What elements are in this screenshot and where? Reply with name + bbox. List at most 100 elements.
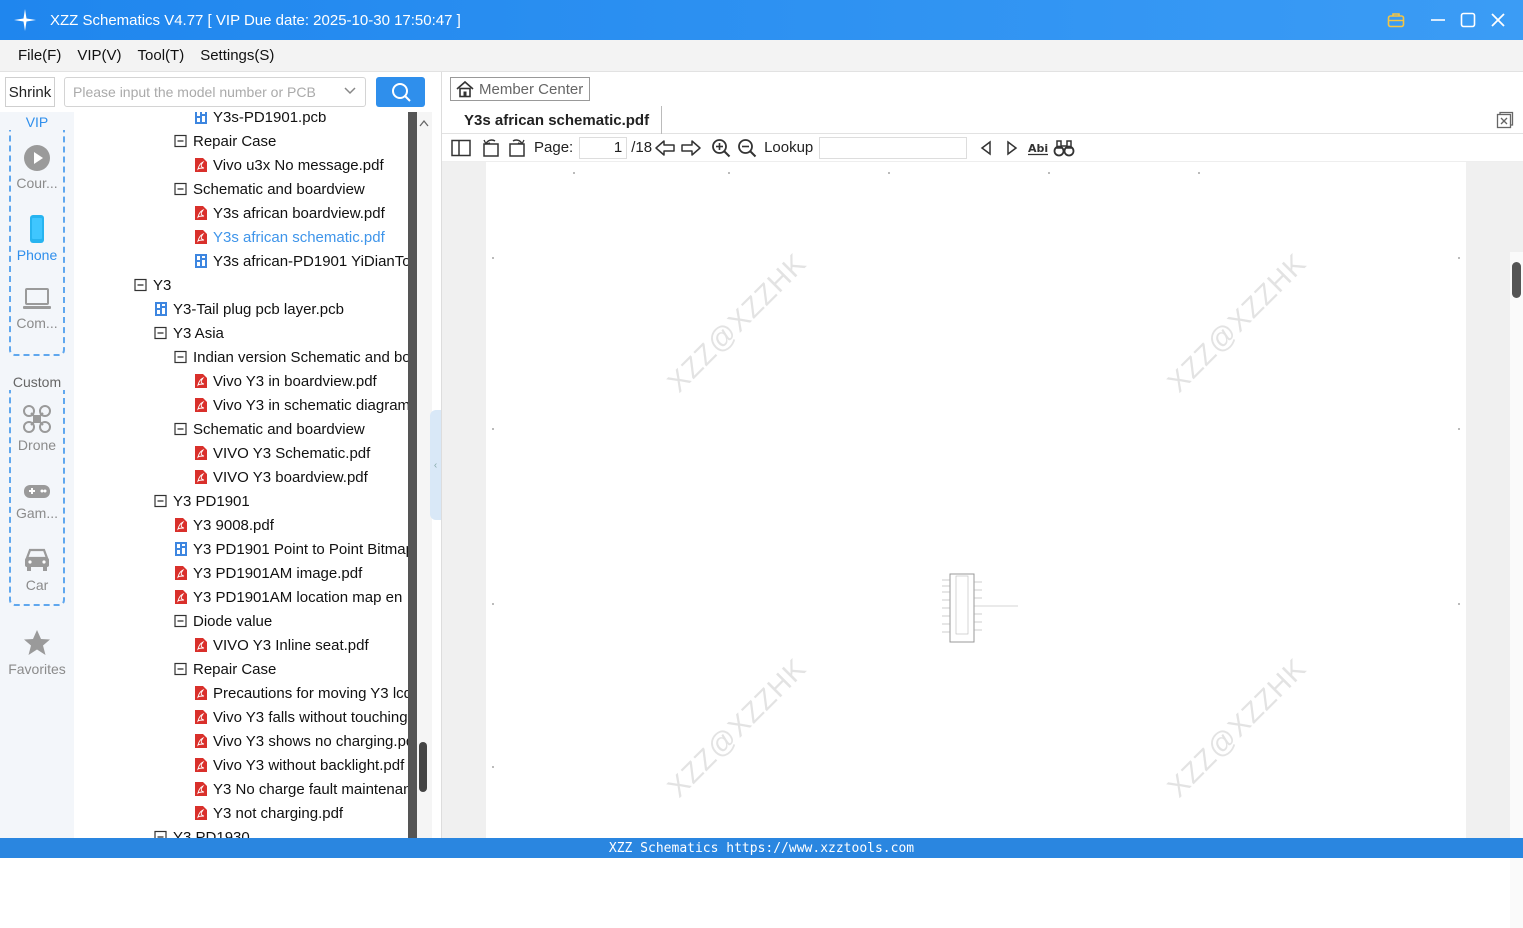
zoom-out-icon[interactable]	[734, 135, 760, 161]
lookup-input[interactable]	[819, 136, 968, 159]
maximize-button[interactable]	[1453, 0, 1483, 40]
tree-file[interactable]: Y3s african schematic.pdf	[194, 225, 385, 249]
tree-folder[interactable]: Schematic and boardview	[174, 177, 365, 201]
tree-folder[interactable]: Y3 PD1901	[154, 489, 250, 513]
search-icon	[391, 83, 411, 102]
close-button[interactable]	[1483, 0, 1513, 40]
collapse-icon[interactable]	[174, 613, 188, 629]
match-case-icon[interactable]: Abi	[1025, 135, 1051, 161]
collapse-icon[interactable]	[174, 133, 188, 149]
sidebar-item-drone[interactable]: Drone	[0, 404, 74, 453]
tree-file[interactable]: VIVO Y3 boardview.pdf	[194, 465, 368, 489]
tree-file[interactable]: Y3s african boardview.pdf	[194, 201, 385, 225]
tree-file[interactable]: Y3 9008.pdf	[174, 513, 274, 537]
tree-folder[interactable]: Indian version Schematic and boardview	[174, 345, 408, 369]
tree-item-label: VIVO Y3 Schematic.pdf	[213, 444, 371, 462]
sidebar-item-phone[interactable]: Phone	[0, 214, 74, 263]
tree-folder[interactable]: Y3	[134, 273, 171, 297]
tree-file[interactable]: VIVO Y3 Schematic.pdf	[194, 441, 370, 465]
collapse-icon[interactable]	[174, 421, 188, 437]
minimize-button[interactable]	[1423, 0, 1453, 40]
tree-scroll-thumb[interactable]	[419, 742, 427, 792]
collapse-icon[interactable]	[174, 661, 188, 677]
tree-file[interactable]: Vivo Y3 without backlight.pdf	[194, 753, 404, 777]
pane-collapse-handle[interactable]: ‹	[430, 410, 441, 520]
tree-file[interactable]: Vivo Y3 shows no charging.pdf	[194, 729, 408, 753]
briefcase-icon[interactable]	[1381, 0, 1411, 40]
tree-file[interactable]: Y3 not charging.pdf	[194, 801, 343, 825]
member-center-label: Member Center	[479, 80, 584, 98]
document-scrollbar[interactable]	[1510, 252, 1523, 928]
collapse-icon[interactable]	[154, 493, 168, 509]
tree-file[interactable]: Precautions for moving Y3 lcd	[194, 681, 408, 705]
document-scroll-thumb[interactable]	[1512, 262, 1521, 298]
lookup-label: Lookup	[764, 139, 814, 156]
chevron-down-icon[interactable]	[343, 84, 357, 101]
shrink-button[interactable]: Shrink	[5, 77, 55, 107]
tree-file[interactable]: Y3 PD1901 Point to Point Bitmap	[174, 537, 408, 561]
tree-item-label: Y3-Tail plug pcb layer.pcb	[173, 300, 344, 318]
tree-file[interactable]: Y3 PD1901AM image.pdf	[174, 561, 362, 585]
tree-item-label: Y3 PD1901AM image.pdf	[193, 564, 363, 582]
search-placeholder: Please input the model number or PCB	[73, 84, 316, 100]
home-icon	[456, 80, 474, 98]
tree-folder[interactable]: Diode value	[174, 609, 272, 633]
tab-document[interactable]: Y3s african schematic.pdf	[452, 106, 663, 134]
collapse-icon[interactable]	[174, 349, 188, 365]
menu-vip[interactable]: VIP(V)	[77, 47, 121, 64]
tree-folder[interactable]: Repair Case	[174, 129, 276, 153]
tree-folder[interactable]: Y3 PD1930	[154, 825, 250, 838]
search-input[interactable]: Please input the model number or PCB	[64, 77, 366, 107]
previous-page-icon[interactable]	[652, 135, 678, 161]
tree-file[interactable]: Y3s-PD1901.pcb	[194, 112, 326, 129]
sidebar-toggle-icon[interactable]	[448, 135, 474, 161]
find-previous-icon[interactable]	[973, 135, 999, 161]
tree-file[interactable]: Y3 No charge fault maintenance	[194, 777, 408, 801]
sidebar-item-car[interactable]: Car	[0, 546, 74, 593]
sidebar-item-courses[interactable]: Cour...	[0, 144, 74, 191]
collapse-icon[interactable]	[154, 829, 168, 838]
tree-file[interactable]: Vivo Y3 in schematic diagram.pdf	[194, 393, 408, 417]
tree-file[interactable]: Y3-Tail plug pcb layer.pcb	[154, 297, 344, 321]
pdf-file-icon	[195, 782, 207, 796]
svg-text:Abi: Abi	[1028, 142, 1048, 155]
tree-file[interactable]: VIVO Y3 Inline seat.pdf	[194, 633, 369, 657]
tree-file[interactable]: Y3s african-PD1901 YiDianTong	[194, 249, 408, 273]
collapse-icon[interactable]	[154, 325, 168, 341]
member-center-button[interactable]: Member Center	[450, 77, 591, 101]
collapse-icon[interactable]	[134, 277, 148, 293]
search-button[interactable]	[376, 77, 425, 107]
watermark: XZZ@XZZHK	[1161, 247, 1313, 398]
menu-bar: File(F) VIP(V) Tool(T) Settings(S)	[0, 40, 1523, 72]
tree-item-label: Vivo Y3 in boardview.pdf	[213, 372, 377, 390]
page-number-input[interactable]: 1	[579, 136, 628, 159]
tree-folder[interactable]: Repair Case	[174, 657, 276, 681]
tree-file[interactable]: Vivo Y3 falls without touching	[194, 705, 408, 729]
tree-scrollbar[interactable]	[408, 112, 432, 838]
tree-file[interactable]: Vivo u3x No message.pdf	[194, 153, 384, 177]
sidebar-item-computer[interactable]: Com...	[0, 286, 74, 331]
rotate-left-icon[interactable]	[478, 135, 504, 161]
document-viewport[interactable]: XZZ@XZZHK XZZ@XZZHK XZZ@XZZHK XZZ@XZZHK	[442, 162, 1523, 928]
sidebar-item-favorites[interactable]: Favorites	[0, 628, 74, 677]
pdf-file-icon	[195, 206, 207, 220]
collapse-icon[interactable]	[174, 181, 188, 197]
tree-item-label: Y3 PD1901	[173, 492, 250, 510]
binoculars-icon[interactable]	[1051, 135, 1077, 161]
menu-file[interactable]: File(F)	[18, 47, 61, 64]
tree-file[interactable]: Vivo Y3 in boardview.pdf	[194, 369, 377, 393]
sidebar-item-game[interactable]: Gam...	[0, 480, 74, 521]
menu-settings[interactable]: Settings(S)	[200, 47, 274, 64]
tree-folder[interactable]: Y3 Asia	[154, 321, 224, 345]
menu-tool[interactable]: Tool(T)	[138, 47, 185, 64]
tree-file[interactable]: Y3 PD1901AM location map en	[174, 585, 402, 609]
zoom-in-icon[interactable]	[708, 135, 734, 161]
window-title: XZZ Schematics V4.77 [ VIP Due date: 202…	[50, 11, 461, 29]
scroll-up-arrow-icon[interactable]	[419, 114, 429, 130]
rotate-right-icon[interactable]	[504, 135, 530, 161]
tree-folder[interactable]: Schematic and boardview	[174, 417, 365, 441]
laptop-icon	[23, 288, 51, 309]
next-page-icon[interactable]	[678, 135, 704, 161]
close-tabs-icon[interactable]	[1496, 111, 1514, 132]
find-next-icon[interactable]	[999, 135, 1025, 161]
